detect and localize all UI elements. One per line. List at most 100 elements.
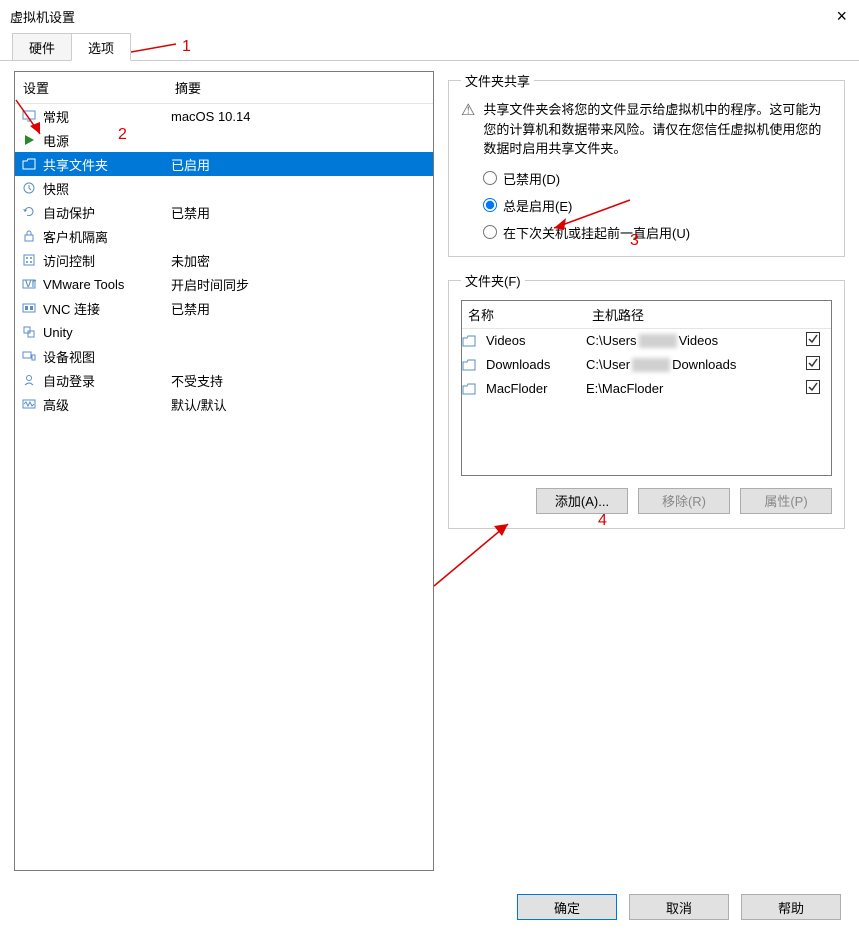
folder-path: C:\UserDownloads: [586, 357, 795, 372]
svg-text:vm: vm: [25, 277, 36, 290]
list-item-label: 共享文件夹: [39, 155, 167, 174]
list-item-label: 自动登录: [39, 371, 167, 390]
device-icon: [19, 349, 39, 363]
radio-always-input[interactable]: [483, 198, 497, 212]
list-item-label: 访问控制: [39, 251, 167, 270]
help-button[interactable]: 帮助: [741, 894, 841, 920]
list-item-label: 高级: [39, 395, 167, 414]
list-item-label: 快照: [39, 179, 167, 198]
keypad-icon: [19, 253, 39, 267]
col-header-device: 设置: [15, 72, 167, 103]
tab-hardware[interactable]: 硬件: [12, 33, 72, 61]
folder-row[interactable]: VideosC:\UsersVideos: [462, 329, 831, 353]
list-item-summary: 未加密: [167, 251, 433, 270]
cancel-button[interactable]: 取消: [629, 894, 729, 920]
list-item-summary: macOS 10.14: [167, 109, 433, 124]
list-item-label: 设备视图: [39, 347, 167, 366]
list-header: 设置 摘要: [15, 72, 433, 104]
list-item-summary: 已启用: [167, 155, 433, 174]
folders-col-path: 主机路径: [586, 301, 795, 328]
radio-until-label: 在下次关机或挂起前一直启用(U): [503, 223, 690, 242]
folder-name: Videos: [486, 333, 586, 348]
radio-disabled-input[interactable]: [483, 171, 497, 185]
list-item-label: 自动保护: [39, 203, 167, 222]
list-item[interactable]: 客户机隔离: [15, 224, 433, 248]
list-item[interactable]: Unity: [15, 320, 433, 344]
sharing-group: 文件夹共享 ⚠ 共享文件夹会将您的文件显示给虚拟机中的程序。这可能为您的计算机和…: [448, 71, 845, 257]
warning-icon: ⚠: [461, 100, 475, 120]
ok-button[interactable]: 确定: [517, 894, 617, 920]
list-item-label: 客户机隔离: [39, 227, 167, 246]
settings-list: 设置 摘要 常规macOS 10.14电源共享文件夹已启用快照自动保护已禁用客户…: [14, 71, 434, 871]
list-item-summary: 已禁用: [167, 299, 433, 318]
play-icon: [19, 133, 39, 147]
list-item-summary: 已禁用: [167, 203, 433, 222]
folder-row[interactable]: DownloadsC:\UserDownloads: [462, 353, 831, 377]
folder-icon: [19, 157, 39, 171]
radio-disabled[interactable]: 已禁用(D): [483, 169, 832, 188]
sharing-legend: 文件夹共享: [461, 71, 534, 90]
folder-checkbox[interactable]: [795, 356, 831, 373]
folder-icon: [462, 334, 486, 348]
radio-until-input[interactable]: [483, 225, 497, 239]
list-item[interactable]: VNC 连接已禁用: [15, 296, 433, 320]
vm-icon: vm: [19, 277, 39, 291]
redacted-text: [632, 358, 670, 372]
wave-icon: [19, 397, 39, 411]
folders-legend: 文件夹(F): [461, 271, 525, 290]
radio-until[interactable]: 在下次关机或挂起前一直启用(U): [483, 223, 832, 242]
folder-icon: [462, 358, 486, 372]
list-item[interactable]: vmVMware Tools开启时间同步: [15, 272, 433, 296]
folder-checkbox[interactable]: [795, 332, 831, 349]
add-button[interactable]: 添加(A)...: [536, 488, 628, 514]
list-item-label: 常规: [39, 107, 167, 126]
refresh-icon: [19, 205, 39, 219]
unity-icon: [19, 325, 39, 339]
window-title: 虚拟机设置: [10, 7, 75, 26]
dialog-buttonbar: 确定 取消 帮助: [517, 894, 841, 920]
list-item-summary: 默认/默认: [167, 395, 433, 414]
list-item-label: VNC 连接: [39, 299, 167, 318]
list-item-label: 电源: [39, 131, 167, 150]
list-item-label: VMware Tools: [39, 277, 167, 292]
list-item[interactable]: 自动登录不受支持: [15, 368, 433, 392]
folders-col-name: 名称: [462, 301, 586, 328]
props-button[interactable]: 属性(P): [740, 488, 832, 514]
folder-path: E:\MacFloder: [586, 381, 795, 396]
monitor-icon: [19, 109, 39, 123]
tab-bar: 硬件 选项: [0, 32, 859, 60]
folder-row[interactable]: MacFloderE:\MacFloder: [462, 377, 831, 401]
folder-icon: [462, 382, 486, 396]
vnc-icon: [19, 301, 39, 315]
folder-name: Downloads: [486, 357, 586, 372]
lock-icon: [19, 229, 39, 243]
radio-always-label: 总是启用(E): [503, 196, 572, 215]
folders-table: 名称 主机路径 VideosC:\UsersVideosDownloadsC:\…: [461, 300, 832, 476]
titlebar: 虚拟机设置 ×: [0, 0, 859, 32]
list-item[interactable]: 共享文件夹已启用: [15, 152, 433, 176]
clock-icon: [19, 181, 39, 195]
remove-button[interactable]: 移除(R): [638, 488, 730, 514]
person-icon: [19, 373, 39, 387]
folder-path: C:\UsersVideos: [586, 333, 795, 348]
list-item-summary: 开启时间同步: [167, 275, 433, 294]
tab-options[interactable]: 选项: [71, 33, 131, 61]
radio-disabled-label: 已禁用(D): [503, 169, 560, 188]
list-item[interactable]: 快照: [15, 176, 433, 200]
list-item[interactable]: 访问控制未加密: [15, 248, 433, 272]
redacted-text: [639, 334, 677, 348]
sharing-warning: 共享文件夹会将您的文件显示给虚拟机中的程序。这可能为您的计算机和数据带来风险。请…: [483, 100, 832, 159]
list-item[interactable]: 自动保护已禁用: [15, 200, 433, 224]
list-item-label: Unity: [39, 325, 167, 340]
close-icon[interactable]: ×: [836, 6, 847, 27]
list-item[interactable]: 高级默认/默认: [15, 392, 433, 416]
col-header-summary: 摘要: [167, 72, 433, 103]
folder-checkbox[interactable]: [795, 380, 831, 397]
folder-name: MacFloder: [486, 381, 586, 396]
list-item[interactable]: 电源: [15, 128, 433, 152]
list-item-summary: 不受支持: [167, 371, 433, 390]
radio-always[interactable]: 总是启用(E): [483, 196, 832, 215]
folders-group: 文件夹(F) 名称 主机路径 VideosC:\UsersVideosDownl…: [448, 271, 845, 529]
list-item[interactable]: 常规macOS 10.14: [15, 104, 433, 128]
list-item[interactable]: 设备视图: [15, 344, 433, 368]
